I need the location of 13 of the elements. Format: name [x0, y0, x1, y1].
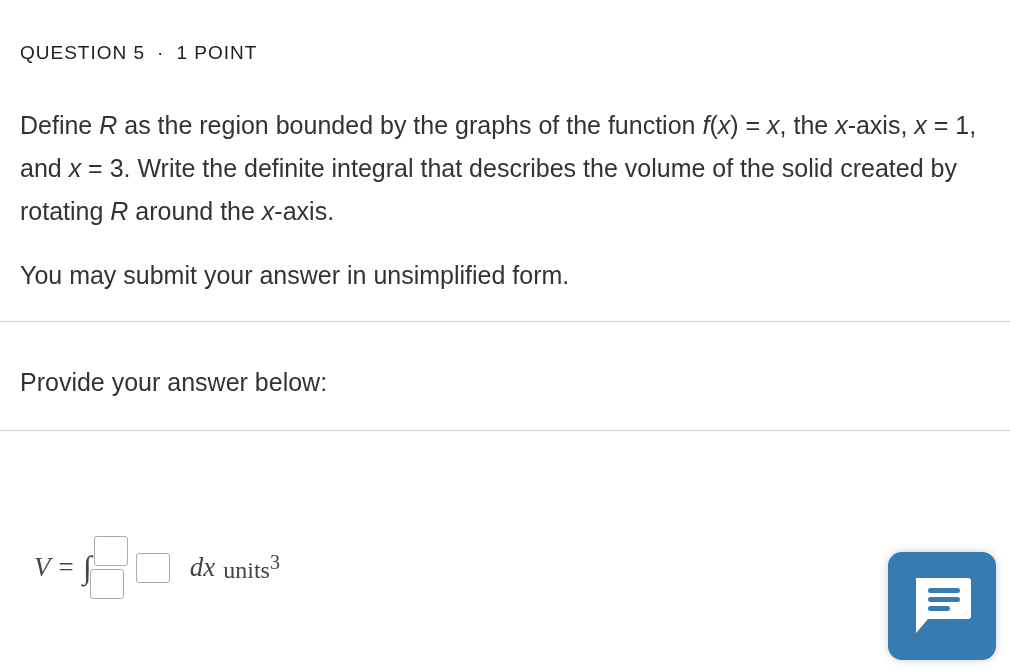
points: 1 POINT — [176, 42, 258, 64]
differential: dx — [189, 552, 216, 583]
answer-label: Provide your answer below: — [19, 367, 329, 398]
answer-box[interactable] — [93, 536, 128, 566]
unit-text: units$^{3}$ — [223, 551, 280, 584]
answer-box[interactable] — [135, 552, 170, 583]
integral-sign: ∫ — [83, 549, 92, 586]
chat-button[interactable] — [888, 552, 996, 660]
equation-lhs: V = — [34, 552, 75, 583]
question-number: QUESTION 5 — [20, 42, 146, 64]
note-text: You may submit your answer in unsimplified form. — [19, 260, 571, 291]
separator: · — [157, 42, 165, 64]
question-text: Define R as the region bounded by the graphs of the function f(x) = x, the x-axis, x = 1, and x = 3. Write the definite integral that describes the volume of the solid created by rotating R around the x-axis. — [19, 110, 978, 227]
